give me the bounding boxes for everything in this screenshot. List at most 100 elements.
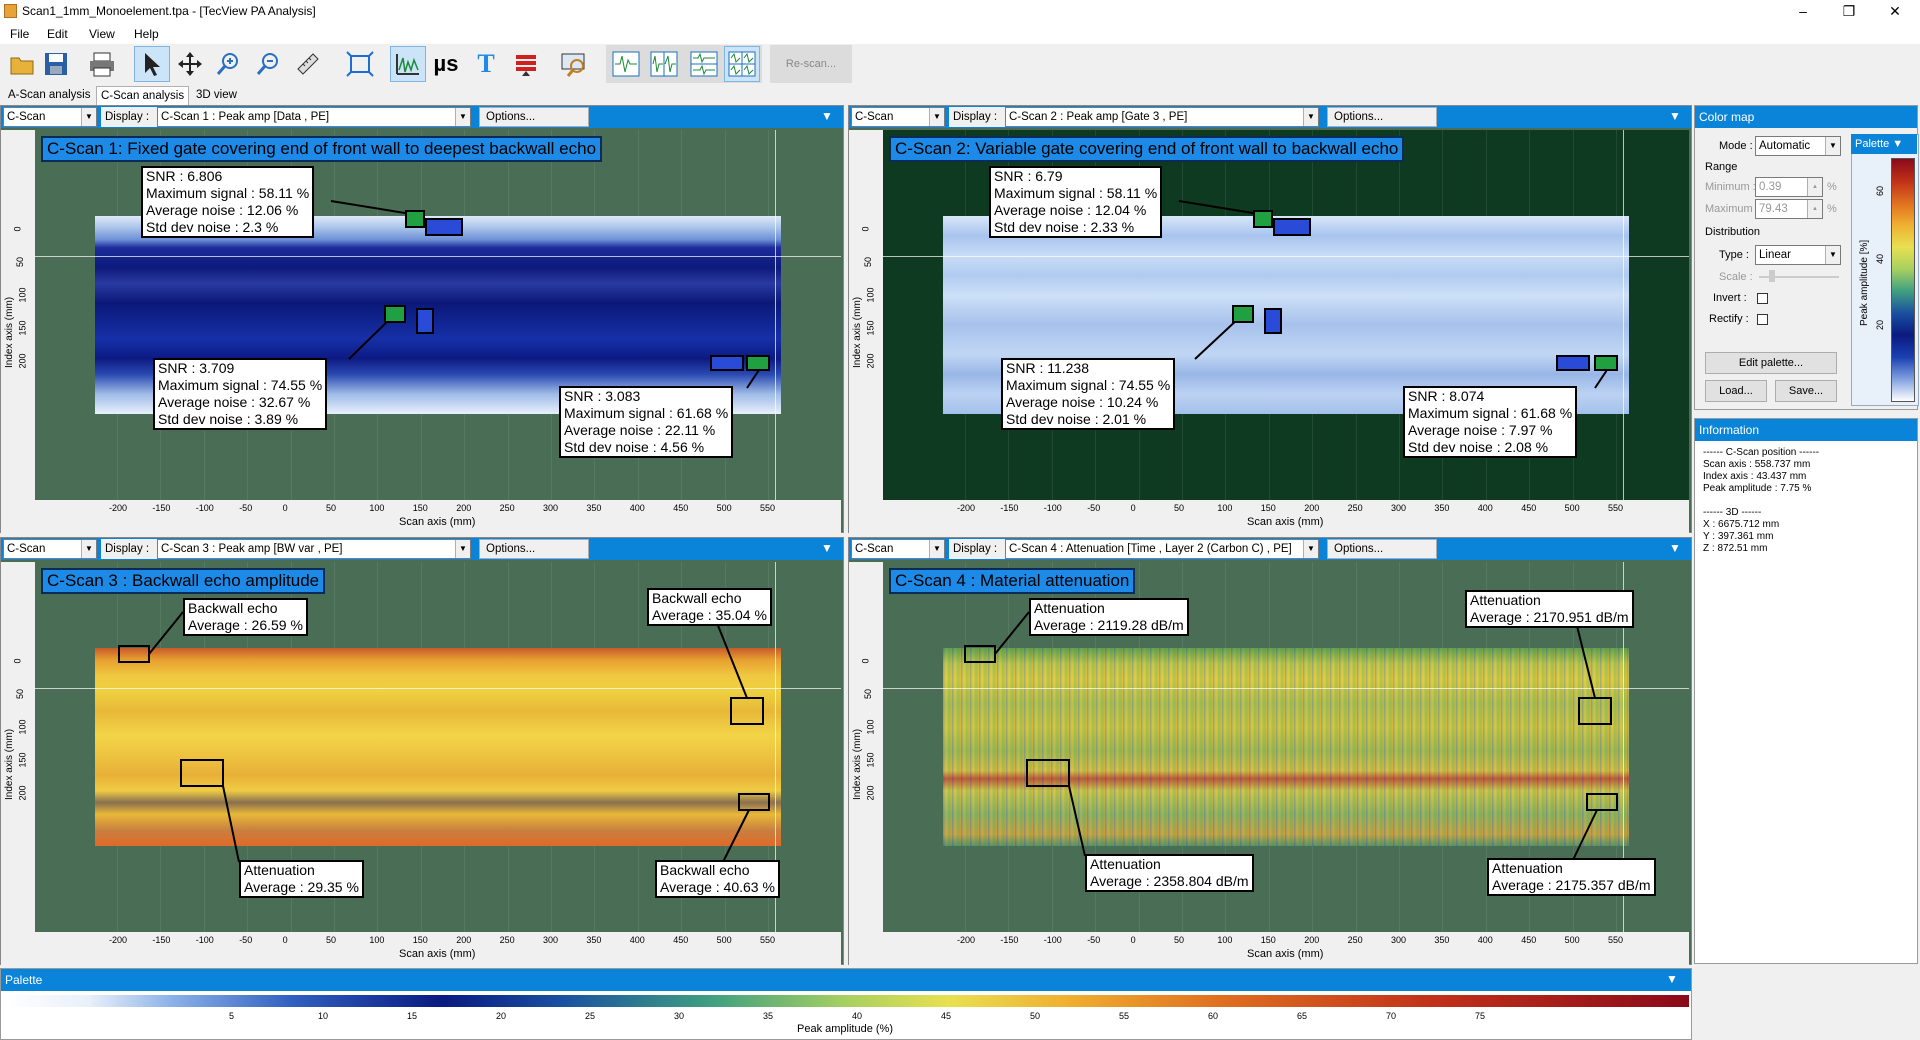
- print-icon[interactable]: [84, 46, 120, 82]
- display-label: Display :: [101, 107, 157, 127]
- ascan-icon[interactable]: [390, 46, 426, 82]
- time-unit-toggle[interactable]: µs: [428, 46, 464, 82]
- mode-select[interactable]: Automatic ▼: [1755, 136, 1841, 156]
- annotation-line: Average : 2175.357 dB/m: [1492, 877, 1651, 893]
- panel-collapse-icon[interactable]: ▼: [821, 541, 833, 555]
- y-tick-label: 150: [865, 752, 876, 768]
- panel-collapse-icon[interactable]: ▼: [1669, 541, 1681, 555]
- annotation-line: Average : 26.59 %: [188, 617, 303, 633]
- cscan-title: C-Scan 4 : Material attenuation: [889, 568, 1136, 594]
- display-select[interactable]: C-Scan 4 : Attenuation [Time , Layer 2 (…: [1005, 539, 1319, 559]
- view-type-select[interactable]: C-Scan ▼: [3, 539, 97, 559]
- info-line: X : 6675.712 mm: [1703, 519, 1780, 530]
- palette-tab[interactable]: Palette ▼: [1851, 134, 1917, 154]
- save-icon[interactable]: [38, 46, 74, 82]
- information-header: Information: [1695, 419, 1917, 441]
- palette-tool-icon[interactable]: [508, 46, 544, 82]
- options-button[interactable]: Options...: [1327, 107, 1437, 127]
- restore-icon[interactable]: ❐: [1826, 0, 1872, 24]
- distribution-label: Distribution: [1705, 226, 1761, 238]
- tab-3d-view[interactable]: 3D view: [192, 86, 241, 104]
- measurement-annotation[interactable]: Backwall echo Average : 35.04 %: [647, 588, 772, 626]
- annotation-line: Average noise : 32.67 %: [158, 394, 311, 410]
- cscan-image[interactable]: [95, 648, 781, 846]
- edit-palette-button[interactable]: Edit palette...: [1705, 352, 1837, 374]
- select-arrow-icon[interactable]: [134, 46, 170, 82]
- move-icon[interactable]: [172, 46, 208, 82]
- x-tick-label: -50: [239, 503, 253, 513]
- options-button[interactable]: Options...: [1327, 539, 1437, 559]
- measurement-annotation[interactable]: SNR : 3.709 Maximum signal : 74.55 % Avera…: [153, 358, 328, 430]
- type-select[interactable]: Linear ▼: [1755, 245, 1841, 265]
- menu-view[interactable]: View: [89, 27, 115, 41]
- ruler-icon[interactable]: [290, 46, 326, 82]
- measurement-annotation[interactable]: SNR : 6.79 Maximum signal : 58.11 % Averag…: [989, 166, 1163, 238]
- waveform-view-icon[interactable]: [608, 46, 644, 82]
- inspect-icon[interactable]: [556, 46, 592, 82]
- minimize-icon[interactable]: –: [1780, 0, 1826, 24]
- measurement-annotation[interactable]: Attenuation Average : 29.35 %: [239, 860, 364, 898]
- cursor-horizontal-line[interactable]: [35, 688, 841, 689]
- view-type-select[interactable]: C-Scan ▼: [851, 539, 945, 559]
- x-tick-label: 50: [326, 935, 337, 945]
- quad-layout-icon[interactable]: [724, 46, 760, 82]
- annotation-line: SNR : 3.709: [158, 360, 235, 376]
- load-button[interactable]: Load...: [1705, 380, 1767, 402]
- measurement-annotation[interactable]: SNR : 3.083 Maximum signal : 61.68 % Avera…: [559, 386, 734, 458]
- maximum-input[interactable]: 79.43 ▲: [1755, 199, 1823, 219]
- scale-slider-thumb[interactable]: [1769, 270, 1775, 282]
- y-tick-label: 100: [865, 287, 876, 303]
- display-select[interactable]: C-Scan 1 : Peak amp [Data , PE] ▼: [157, 107, 471, 127]
- fit-view-icon[interactable]: [342, 46, 378, 82]
- tab-ascan-analysis[interactable]: A-Scan analysis: [4, 86, 94, 104]
- menu-edit[interactable]: Edit: [47, 27, 68, 41]
- colormap-header: Color map: [1695, 106, 1917, 128]
- options-button[interactable]: Options...: [479, 107, 589, 127]
- measurement-annotation[interactable]: SNR : 8.074 Maximum signal : 61.68 % Avera…: [1403, 386, 1578, 458]
- display-select[interactable]: C-Scan 2 : Peak amp [Gate 3 , PE] ▼: [1005, 107, 1319, 127]
- stacked-waveform-icon[interactable]: [686, 46, 722, 82]
- minimum-input[interactable]: 0.39 ▲: [1755, 177, 1823, 197]
- palette-collapse-icon[interactable]: ▼: [1666, 972, 1678, 986]
- open-folder-icon[interactable]: [4, 46, 40, 82]
- dual-waveform-icon[interactable]: [646, 46, 682, 82]
- measurement-annotation[interactable]: Attenuation Average : 2358.804 dB/m: [1085, 854, 1254, 892]
- panel-collapse-icon[interactable]: ▼: [1669, 109, 1681, 123]
- y-tick-label: 200: [17, 785, 28, 801]
- measurement-annotation[interactable]: Backwall echo Average : 26.59 %: [183, 598, 308, 636]
- options-button[interactable]: Options...: [479, 539, 589, 559]
- view-type-select[interactable]: C-Scan ▼: [851, 107, 945, 127]
- close-icon[interactable]: ✕: [1872, 0, 1918, 24]
- zoom-in-icon[interactable]: [210, 46, 246, 82]
- invert-checkbox[interactable]: [1757, 293, 1768, 304]
- text-tool-icon[interactable]: T: [468, 46, 504, 82]
- menu-file[interactable]: File: [10, 27, 29, 41]
- palette-tick-label: 75: [1475, 1011, 1486, 1021]
- measurement-annotation[interactable]: SNR : 6.806 Maximum signal : 58.11 % Avera…: [141, 166, 315, 238]
- measurement-annotation[interactable]: Backwall echo Average : 40.63 %: [655, 860, 780, 898]
- x-tick-label: 350: [586, 935, 602, 945]
- view-type-select[interactable]: C-Scan ▼: [3, 107, 97, 127]
- cursor-horizontal-line[interactable]: [883, 688, 1689, 689]
- zoom-out-icon[interactable]: [250, 46, 286, 82]
- cursor-vertical-line[interactable]: [775, 130, 776, 500]
- menu-help[interactable]: Help: [134, 27, 159, 41]
- measurement-annotation[interactable]: Attenuation Average : 2175.357 dB/m: [1487, 858, 1656, 896]
- rectify-checkbox[interactable]: [1757, 314, 1768, 325]
- cscan-image[interactable]: [943, 648, 1629, 846]
- annotation-line: Maximum signal : 58.11 %: [146, 185, 310, 201]
- scale-label: Scale :: [1719, 271, 1753, 283]
- measurement-annotation[interactable]: Attenuation Average : 2119.28 dB/m: [1029, 598, 1189, 636]
- measurement-annotation[interactable]: SNR : 11.238 Maximum signal : 74.55 % Aver…: [1001, 358, 1176, 430]
- cursor-horizontal-line[interactable]: [35, 256, 841, 257]
- measurement-annotation[interactable]: Attenuation Average : 2170.951 dB/m: [1465, 590, 1634, 628]
- tab-cscan-analysis[interactable]: C-Scan analysis: [96, 86, 190, 105]
- cursor-vertical-line[interactable]: [1623, 130, 1624, 500]
- panel-collapse-icon[interactable]: ▼: [821, 109, 833, 123]
- annotation-line: Std dev noise : 2.3 %: [146, 219, 279, 235]
- palette-tick-label: 55: [1119, 1011, 1130, 1021]
- cursor-horizontal-line[interactable]: [883, 256, 1689, 257]
- display-select[interactable]: C-Scan 3 : Peak amp [BW var , PE] ▼: [157, 539, 471, 559]
- rescan-button[interactable]: Re-scan...: [770, 45, 852, 83]
- save-palette-button[interactable]: Save...: [1775, 380, 1837, 402]
